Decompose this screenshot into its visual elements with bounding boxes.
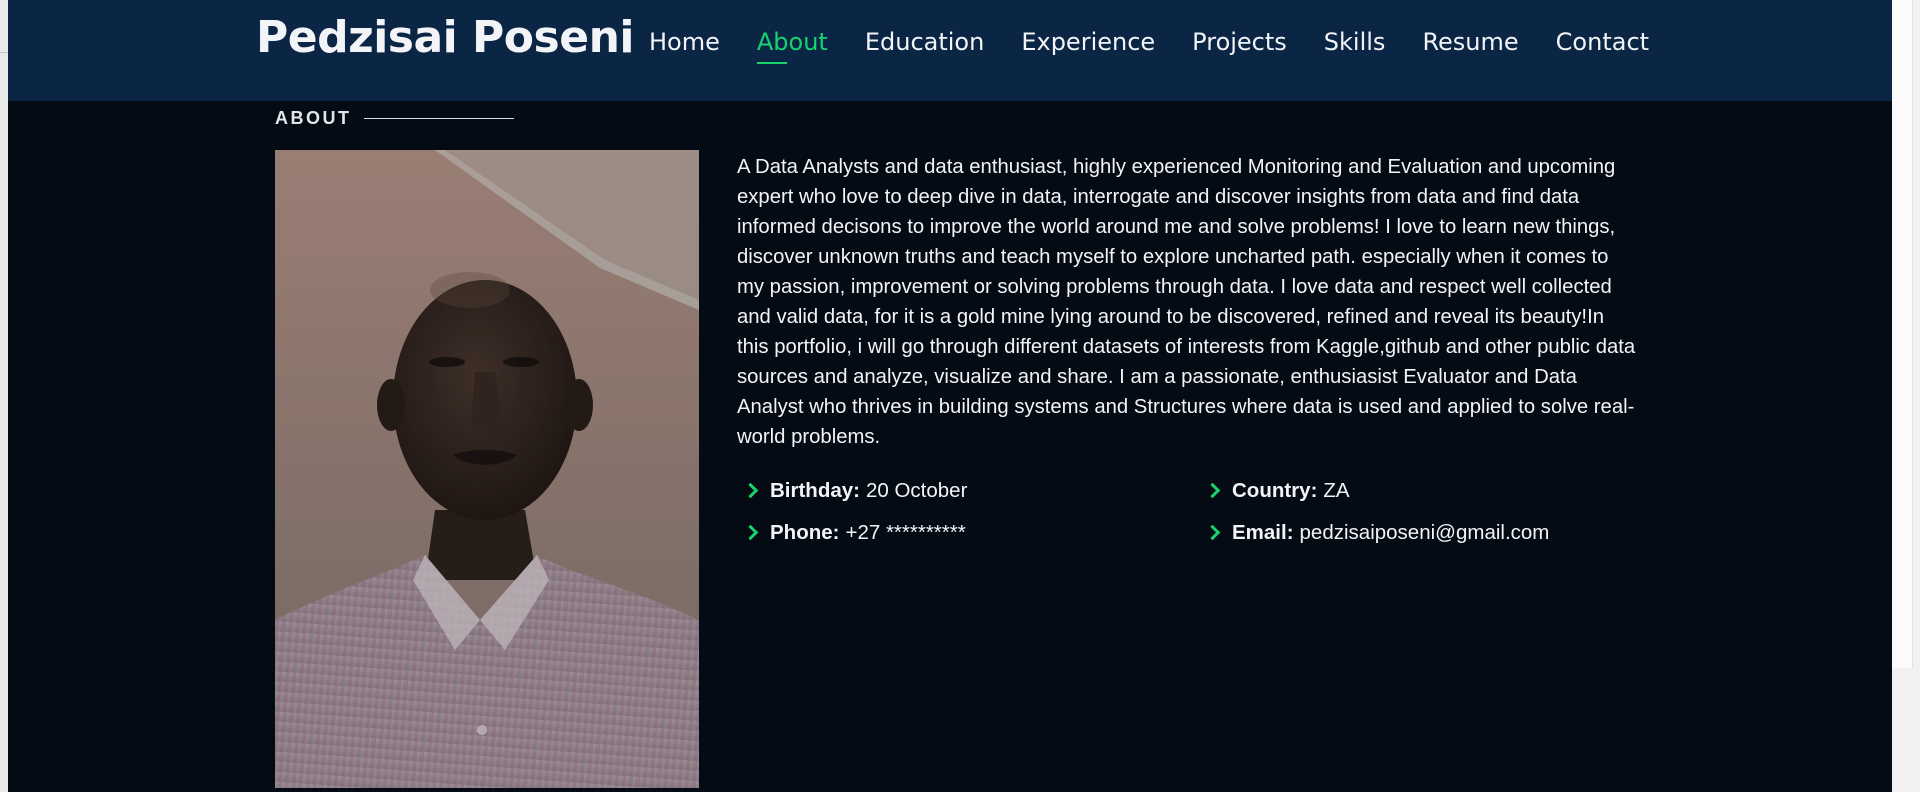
info-row-birthday: Birthday: 20 October	[737, 470, 967, 512]
profile-photo-illustration	[275, 150, 699, 788]
nav-home[interactable]: Home	[649, 28, 720, 56]
info-label: Email:	[1232, 521, 1294, 544]
vertical-scrollbar[interactable]	[1892, 0, 1920, 792]
chevron-right-icon	[1199, 523, 1232, 543]
info-row-country: Country: ZA	[1199, 470, 1549, 512]
info-value: ZA	[1323, 479, 1350, 502]
about-paragraph: A Data Analysts and data enthusiast, hig…	[737, 156, 1636, 448]
site-header: Pedzisai Poseni Home About Education Exp…	[8, 0, 1892, 101]
info-value: 20 October	[865, 479, 968, 502]
nav-experience[interactable]: Experience	[1021, 28, 1155, 56]
info-list-right: Country: ZA Email: pedzisaiposeni@gmail.…	[1199, 470, 1549, 554]
nav-projects[interactable]: Projects	[1192, 28, 1287, 56]
info-value[interactable]: pedzisaiposeni@gmail.com	[1300, 521, 1550, 545]
nav-contact[interactable]: Contact	[1556, 28, 1649, 56]
info-value: +27 **********	[845, 521, 966, 544]
chevron-right-icon	[1199, 481, 1232, 501]
info-row-email: Email: pedzisaiposeni@gmail.com	[1199, 512, 1549, 554]
section-title-label: ABOUT	[275, 108, 352, 128]
nav-resume[interactable]: Resume	[1422, 28, 1518, 56]
chevron-right-icon	[737, 481, 770, 501]
portfolio-page: Pedzisai Poseni Home About Education Exp…	[8, 0, 1892, 792]
nav-education[interactable]: Education	[865, 28, 984, 56]
nav-skills[interactable]: Skills	[1324, 28, 1386, 56]
chevron-right-icon	[737, 523, 770, 543]
browser-window: Pedzisai Poseni Home About Education Exp…	[0, 0, 1920, 792]
nav-about[interactable]: About	[756, 28, 828, 64]
info-list-left: Birthday: 20 October Phone: +27 ********…	[737, 470, 967, 554]
scrollbar-thumb[interactable]	[1892, 0, 1913, 668]
section-title-about: ABOUT	[275, 108, 514, 129]
info-row-phone: Phone: +27 **********	[737, 512, 967, 554]
info-label: Country:	[1232, 479, 1318, 502]
profile-photo	[275, 150, 699, 788]
section-title-underline	[363, 118, 514, 119]
info-label: Phone:	[770, 521, 840, 544]
site-logo[interactable]: Pedzisai Poseni	[256, 12, 634, 63]
main-nav: Home About Education Experience Projects…	[649, 28, 1686, 64]
info-label: Birthday:	[770, 479, 860, 502]
